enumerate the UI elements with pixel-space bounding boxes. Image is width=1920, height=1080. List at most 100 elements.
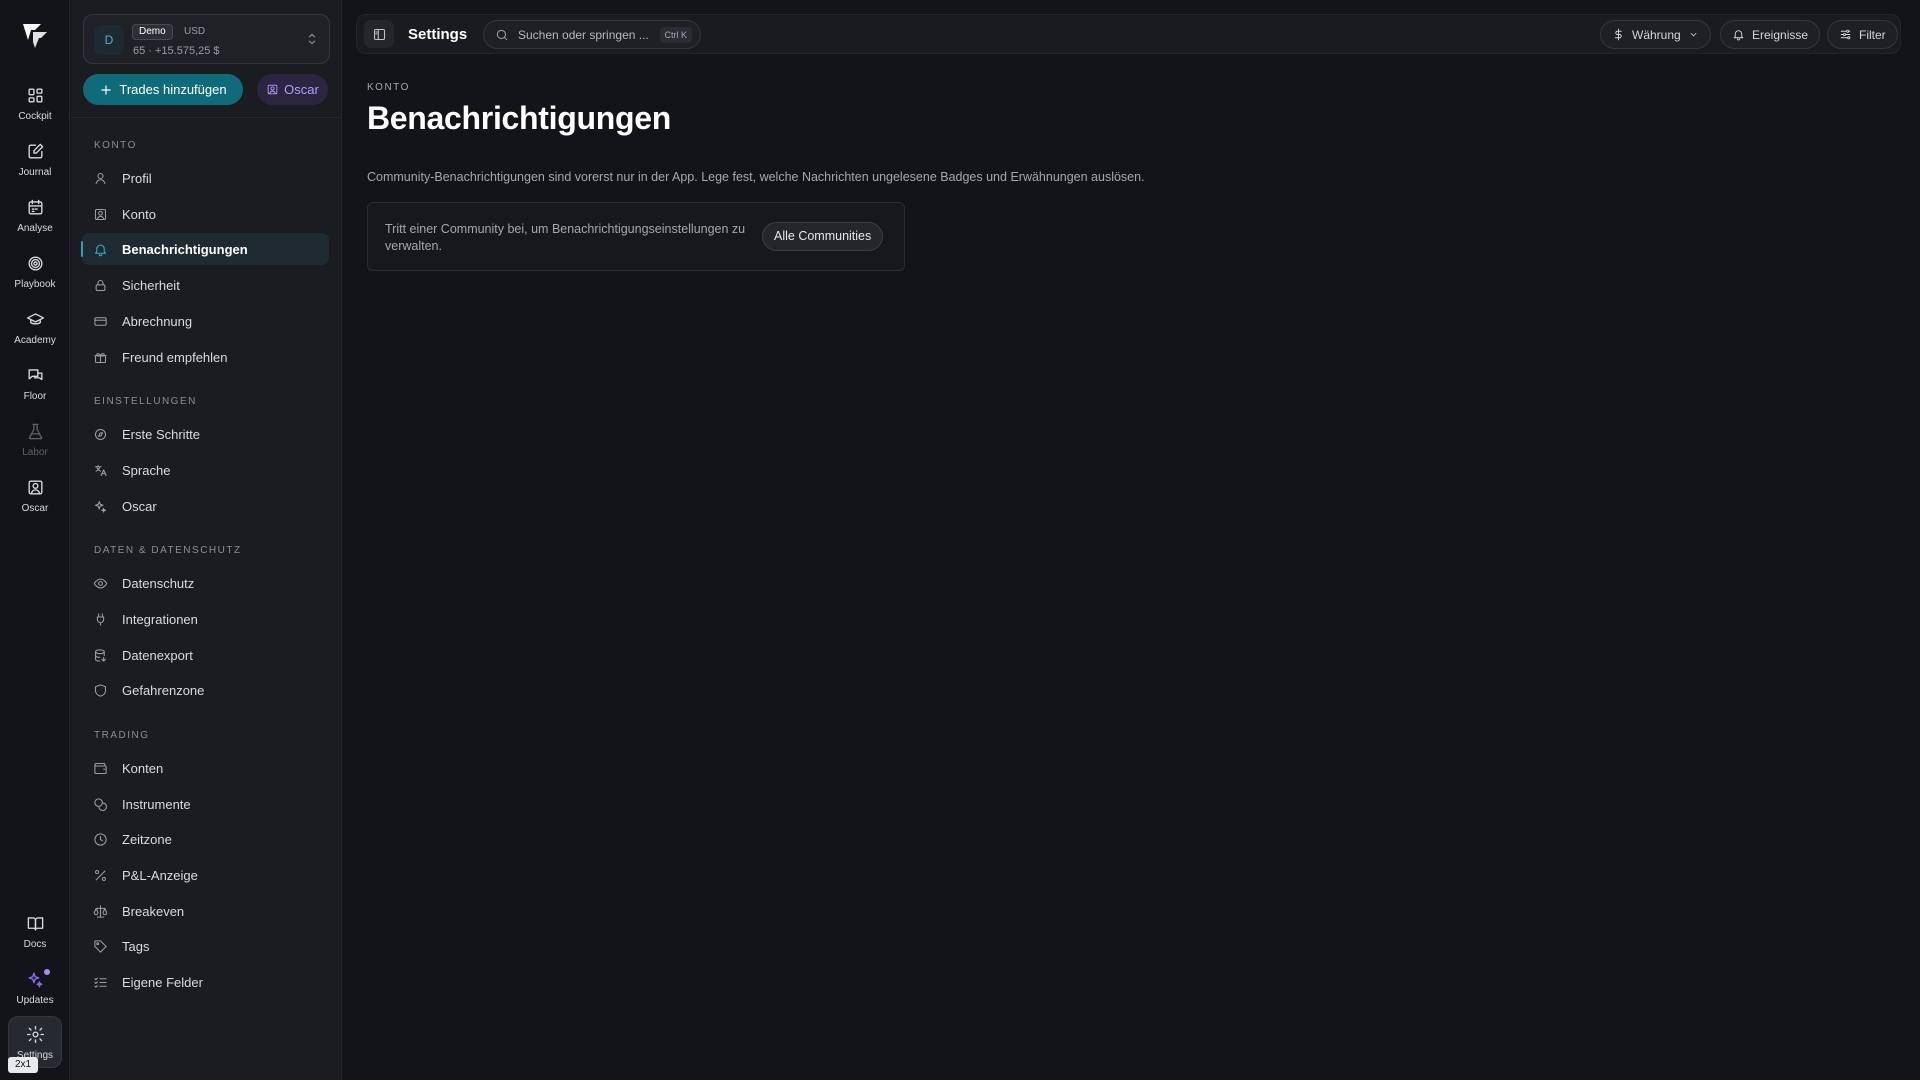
oscar-button[interactable]: Oscar bbox=[257, 74, 328, 105]
user-square-icon bbox=[93, 207, 111, 222]
nav-item-gefahrenzone[interactable]: Gefahrenzone bbox=[82, 674, 329, 706]
rail-label: Docs bbox=[23, 939, 47, 950]
nav-label: Breakeven bbox=[122, 903, 185, 919]
scale-icon bbox=[93, 904, 111, 919]
search-input[interactable]: Suchen oder springen ... Ctrl K bbox=[483, 20, 701, 49]
graduation-cap-icon bbox=[26, 310, 45, 329]
nav-item-instrumente[interactable]: Instrumente bbox=[82, 788, 329, 820]
nav-item-sicherheit[interactable]: Sicherheit bbox=[82, 269, 329, 301]
nav-item-sprache[interactable]: Sprache bbox=[82, 454, 329, 486]
rail-analyse[interactable]: Analyse bbox=[8, 190, 62, 242]
edit-icon bbox=[26, 142, 45, 161]
rail-docs[interactable]: Docs bbox=[8, 906, 62, 958]
nav-item-oscar[interactable]: Oscar bbox=[82, 490, 329, 522]
rail-label: Playbook bbox=[14, 279, 56, 290]
page-section-title: Settings bbox=[408, 26, 468, 43]
translate-icon bbox=[93, 463, 111, 478]
nav-label: Benachrichtigungen bbox=[122, 241, 248, 257]
rail-label: Floor bbox=[23, 391, 47, 402]
rail-floor[interactable]: Floor bbox=[8, 358, 62, 410]
filter-button[interactable]: Filter bbox=[1827, 20, 1898, 49]
zoom-badge: 2x1 bbox=[8, 1057, 39, 1073]
section-header-einstellungen: EINSTELLUNGEN bbox=[94, 396, 197, 407]
nav-label: Konto bbox=[122, 206, 156, 222]
chat-icon bbox=[26, 366, 45, 385]
nav-label: Sprache bbox=[122, 462, 171, 478]
tag-icon bbox=[93, 939, 111, 954]
nav-item-benachrichtigungen[interactable]: Benachrichtigungen bbox=[81, 233, 329, 265]
nav-item-breakeven[interactable]: Breakeven bbox=[82, 895, 329, 927]
nav-label: Abrechnung bbox=[122, 313, 193, 329]
app-logo[interactable] bbox=[19, 18, 51, 50]
plus-icon bbox=[99, 83, 113, 97]
rail-updates[interactable]: Updates bbox=[8, 962, 62, 1014]
nav-item-konto[interactable]: Konto bbox=[82, 198, 329, 230]
all-communities-button[interactable]: Alle Communities bbox=[762, 222, 884, 251]
page-title: Benachrichtigungen bbox=[367, 100, 671, 136]
oscar-label: Oscar bbox=[284, 82, 319, 97]
coins-icon bbox=[93, 797, 111, 812]
bell-icon bbox=[1732, 28, 1745, 41]
nav-label: Gefahrenzone bbox=[122, 682, 205, 698]
nav-label: Profil bbox=[122, 170, 152, 186]
account-switcher[interactable]: D Demo USD 65 · +15.575,25 $ bbox=[83, 14, 330, 64]
rail-oscar[interactable]: Oscar bbox=[8, 470, 62, 522]
sparkles-icon bbox=[26, 970, 45, 989]
nav-item-konten[interactable]: Konten bbox=[82, 752, 329, 784]
chevron-down-icon bbox=[1688, 29, 1699, 40]
nav-item-erste-schritte[interactable]: Erste Schritte bbox=[82, 418, 329, 450]
rail-playbook[interactable]: Playbook bbox=[8, 246, 62, 298]
rail-academy[interactable]: Academy bbox=[8, 302, 62, 354]
nav-item-pl-anzeige[interactable]: P&L-Anzeige bbox=[82, 859, 329, 891]
page-description: Community-Benachrichtigungen sind vorers… bbox=[367, 170, 1145, 184]
nav-item-profil[interactable]: Profil bbox=[82, 162, 329, 194]
nav-label: Instrumente bbox=[122, 796, 191, 812]
nav-item-datenschutz[interactable]: Datenschutz bbox=[82, 567, 329, 599]
clock-icon bbox=[93, 832, 111, 847]
rail-label: Analyse bbox=[17, 223, 53, 234]
sidebar-toggle-button[interactable] bbox=[364, 20, 394, 48]
percent-icon bbox=[93, 868, 111, 883]
nav-item-freund-empfehlen[interactable]: Freund empfehlen bbox=[82, 341, 329, 373]
filter-label: Filter bbox=[1859, 27, 1886, 42]
chevron-up-down-icon bbox=[305, 32, 319, 46]
rail-label: Oscar bbox=[21, 503, 49, 514]
events-button[interactable]: Ereignisse bbox=[1720, 20, 1821, 49]
community-info-text: Tritt einer Community bei, um Benachrich… bbox=[385, 222, 746, 253]
sliders-icon bbox=[1839, 28, 1852, 41]
add-trades-button[interactable]: Trades hinzufügen bbox=[83, 74, 243, 105]
settings-sidebar: D Demo USD 65 · +15.575,25 $ Trades hinz… bbox=[71, 0, 342, 1080]
account-currency: USD bbox=[184, 26, 206, 37]
section-header-daten-datenschutz: DATEN & DATENSCHUTZ bbox=[94, 545, 242, 556]
section-header-trading: TRADING bbox=[94, 730, 150, 741]
search-placeholder: Suchen oder springen ... bbox=[518, 27, 649, 42]
book-icon bbox=[26, 914, 45, 933]
search-icon bbox=[495, 28, 509, 42]
user-square-icon bbox=[26, 478, 45, 497]
nav-label: Integrationen bbox=[122, 611, 198, 627]
rail-cockpit[interactable]: Cockpit bbox=[8, 78, 62, 130]
eye-icon bbox=[93, 576, 111, 591]
rail-journal[interactable]: Journal bbox=[8, 134, 62, 186]
nav-label: Datenschutz bbox=[122, 575, 195, 591]
user-square-icon bbox=[266, 83, 279, 96]
database-export-icon bbox=[93, 648, 111, 663]
nav-item-zeitzone[interactable]: Zeitzone bbox=[82, 823, 329, 855]
demo-badge: Demo bbox=[132, 24, 173, 40]
nav-item-eigene-felder[interactable]: Eigene Felder bbox=[82, 966, 329, 998]
nav-item-abrechnung[interactable]: Abrechnung bbox=[82, 305, 329, 337]
nav-label: Sicherheit bbox=[122, 277, 180, 293]
nav-item-integrationen[interactable]: Integrationen bbox=[82, 603, 329, 635]
calendar-icon bbox=[26, 198, 45, 217]
bell-icon bbox=[93, 242, 111, 257]
rail-label: Updates bbox=[16, 995, 54, 1006]
rail-labor[interactable]: Labor bbox=[8, 414, 62, 466]
nav-label: Zeitzone bbox=[122, 831, 172, 847]
nav-item-datenexport[interactable]: Datenexport bbox=[82, 639, 329, 671]
top-bar: Settings Suchen oder springen ... Ctrl K… bbox=[356, 14, 1901, 54]
keyboard-shortcut: Ctrl K bbox=[659, 27, 692, 43]
sidebar-icon bbox=[372, 27, 387, 42]
nav-item-tags[interactable]: Tags bbox=[82, 930, 329, 962]
currency-dropdown[interactable]: Währung bbox=[1600, 20, 1711, 49]
events-label: Ereignisse bbox=[1752, 27, 1809, 42]
